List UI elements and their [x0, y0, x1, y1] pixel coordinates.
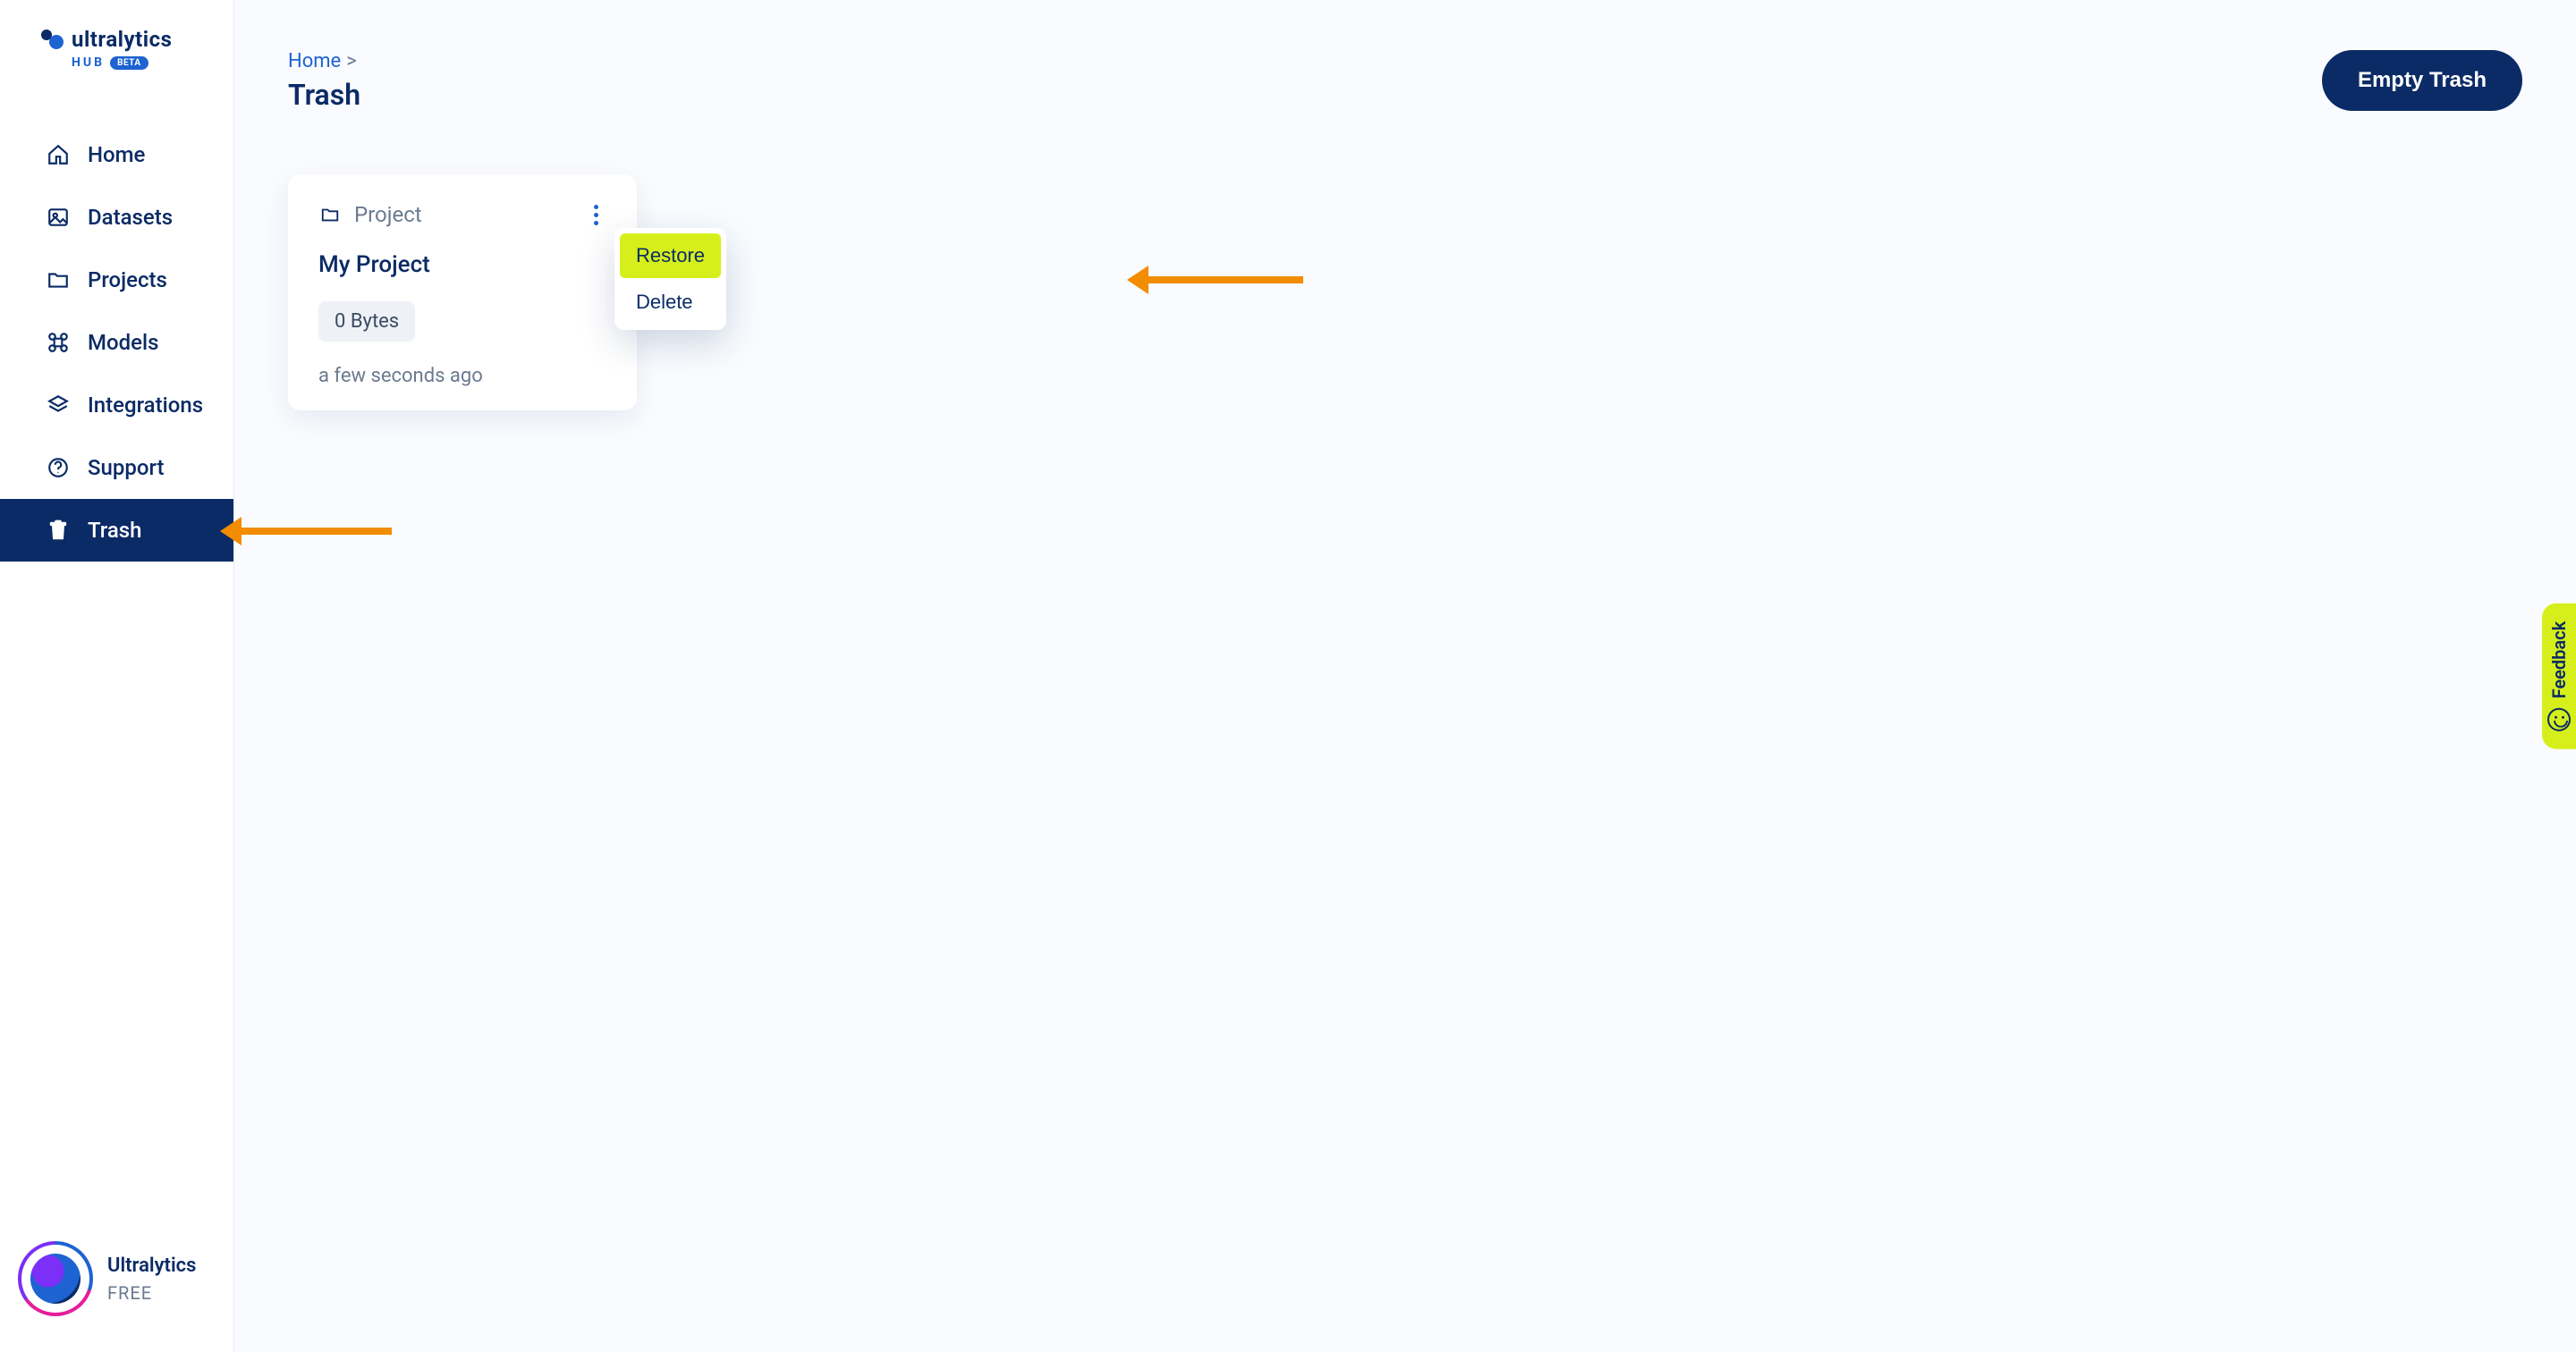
feedback-label: Feedback [2548, 621, 2570, 699]
breadcrumb-separator: > [346, 50, 357, 72]
sidebar-item-integrations[interactable]: Integrations [0, 374, 233, 436]
more-vertical-icon [594, 205, 598, 225]
ultralytics-mark-icon [39, 27, 64, 52]
page-title: Trash [288, 78, 360, 112]
layers-icon [47, 393, 70, 417]
sidebar-item-datasets[interactable]: Datasets [0, 186, 233, 249]
account-name: Ultralytics [107, 1255, 196, 1277]
trash-icon [47, 519, 70, 542]
breadcrumb-home[interactable]: Home [288, 50, 341, 72]
card-size-badge: 0 Bytes [318, 301, 415, 342]
card-context-menu: Restore Delete [614, 228, 726, 330]
smile-icon [2547, 707, 2571, 731]
empty-trash-button[interactable]: Empty Trash [2322, 50, 2522, 111]
sidebar-item-models[interactable]: Models [0, 311, 233, 374]
sidebar-item-label: Models [88, 330, 158, 355]
sidebar-item-support[interactable]: Support [0, 436, 233, 499]
sidebar-item-label: Integrations [88, 393, 203, 418]
sidebar-footer[interactable]: Ultralytics FREE [0, 1214, 233, 1352]
sidebar-nav: Home Datasets Projects [0, 123, 233, 562]
feedback-tab[interactable]: Feedback [2542, 604, 2576, 749]
main-content: Home > Trash Empty Trash Project [234, 0, 2576, 1352]
avatar [18, 1241, 93, 1316]
card-title: My Project [318, 251, 606, 278]
folder-icon [47, 268, 70, 292]
menu-item-delete[interactable]: Delete [620, 280, 721, 325]
card-type-label: Project [354, 202, 422, 227]
card-timestamp: a few seconds ago [318, 365, 606, 387]
beta-badge: BETA [110, 56, 148, 70]
sidebar-item-trash[interactable]: Trash [0, 499, 233, 562]
annotation-arrow-trash-nav [240, 528, 392, 535]
annotation-arrow-restore [1147, 276, 1303, 283]
card-menu-button[interactable] [585, 201, 606, 228]
sidebar-item-home[interactable]: Home [0, 123, 233, 186]
image-icon [47, 206, 70, 229]
sidebar-item-label: Datasets [88, 205, 173, 230]
sidebar-item-projects[interactable]: Projects [0, 249, 233, 311]
sidebar-item-label: Trash [88, 518, 141, 543]
command-icon [47, 331, 70, 354]
breadcrumb: Home > [288, 50, 360, 72]
brand-wordmark: ultralytics [72, 27, 172, 52]
sidebar-item-label: Support [88, 455, 165, 480]
home-icon [47, 143, 70, 166]
brand-logo[interactable]: ultralytics HUB BETA [0, 0, 233, 88]
help-circle-icon [47, 456, 70, 479]
folder-icon [318, 203, 342, 226]
sidebar-item-label: Home [88, 142, 145, 167]
trash-item-card[interactable]: Project My Project 0 Bytes a few seconds… [288, 174, 637, 410]
sidebar-item-label: Projects [88, 267, 167, 292]
brand-sub: HUB [72, 55, 105, 70]
account-tier: FREE [107, 1282, 196, 1304]
sidebar: ultralytics HUB BETA Home [0, 0, 234, 1352]
menu-item-restore[interactable]: Restore [620, 233, 721, 278]
